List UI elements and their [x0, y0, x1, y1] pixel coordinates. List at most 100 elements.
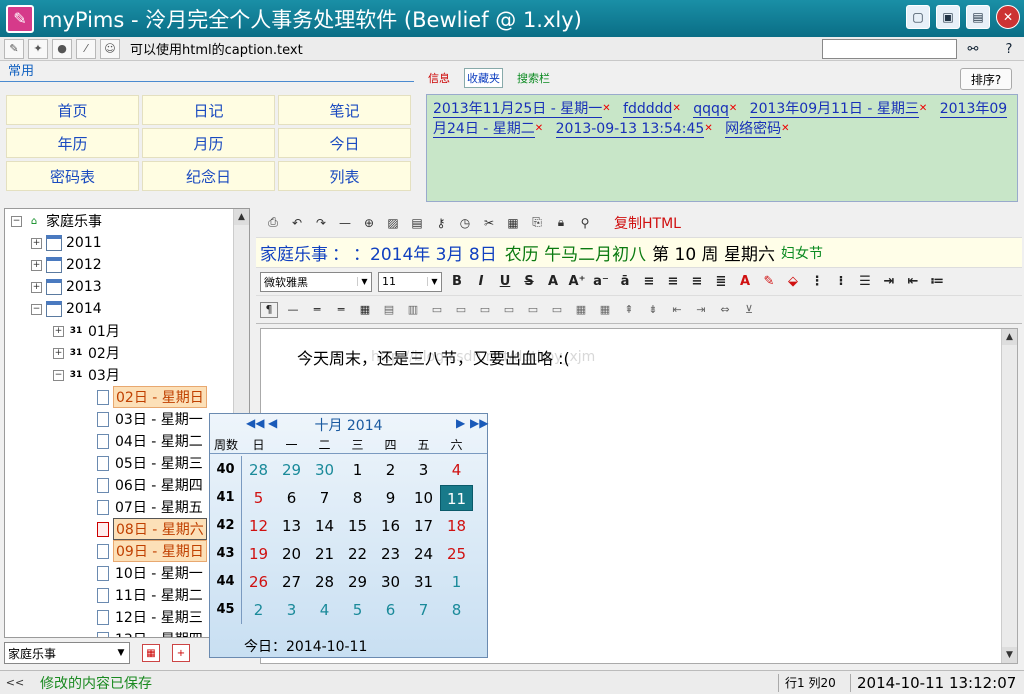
- calendar-day[interactable]: 28: [308, 569, 341, 595]
- remove-icon[interactable]: ✕: [729, 103, 737, 114]
- quick-link-home[interactable]: 首页: [6, 95, 139, 125]
- shrink-font-icon[interactable]: a⁻: [592, 274, 610, 289]
- quick-link-notes[interactable]: 笔记: [278, 95, 411, 125]
- calendar-day[interactable]: 29: [275, 457, 308, 483]
- calendar-day[interactable]: 7: [407, 597, 440, 623]
- new-document-icon[interactable]: +: [172, 644, 190, 662]
- underline-icon[interactable]: U: [496, 274, 514, 289]
- split-cells-icon[interactable]: ▭: [548, 302, 566, 318]
- tree-month-03[interactable]: − 31 03月: [53, 365, 120, 385]
- calendar-day[interactable]: 18: [440, 513, 473, 539]
- tree-month-02[interactable]: + 31 02月: [53, 343, 120, 363]
- chevron-down-icon[interactable]: ▼: [357, 277, 371, 286]
- calendar-day[interactable]: 3: [407, 457, 440, 483]
- fill-color-icon[interactable]: ⬙: [784, 274, 802, 289]
- bullet-list-icon[interactable]: ⁝: [832, 274, 850, 289]
- quick-link-year-calendar[interactable]: 年历: [6, 128, 139, 158]
- table-icon[interactable]: ▦: [504, 214, 522, 232]
- calendar-day[interactable]: 30: [374, 569, 407, 595]
- calendar-month-title[interactable]: 十月 2014: [314, 415, 382, 435]
- favorite-item[interactable]: 2013年09月11日 - 星期三✕: [749, 101, 927, 118]
- remove-icon[interactable]: ✕: [704, 123, 712, 134]
- entry-content[interactable]: 今天周末，还是三八节，又要出血咯 :(: [297, 345, 570, 369]
- collapse-icon[interactable]: −: [31, 303, 42, 315]
- tree-day-selected[interactable]: 08日 - 星期六: [97, 518, 207, 540]
- app-icon[interactable]: ✎: [6, 4, 34, 33]
- edit-icon[interactable]: ✎: [4, 38, 24, 59]
- calendar-day[interactable]: 4: [440, 457, 473, 483]
- calendar-day[interactable]: 30: [308, 457, 341, 483]
- calendar-day[interactable]: 20: [275, 541, 308, 567]
- calendar-day[interactable]: 27: [275, 569, 308, 595]
- editor-scrollbar[interactable]: ▲ ▼: [1001, 329, 1017, 663]
- calendar-day[interactable]: 31: [407, 569, 440, 595]
- calendar-day[interactable]: 14: [308, 513, 341, 539]
- search-icon[interactable]: ⚲: [576, 214, 594, 232]
- calendar-day[interactable]: 6: [275, 485, 308, 511]
- source-icon[interactable]: ✂: [480, 214, 498, 232]
- grid-a-icon[interactable]: ▦: [572, 302, 590, 318]
- category-select[interactable]: 家庭乐事 ▼: [4, 642, 130, 664]
- binoculars-icon[interactable]: ⚯: [962, 39, 984, 59]
- tree-root[interactable]: − ⌂ 家庭乐事: [11, 211, 102, 231]
- prev-month-icon[interactable]: ◀: [268, 416, 277, 430]
- search-input[interactable]: [822, 39, 957, 59]
- prev-year-icon[interactable]: ◀◀: [246, 416, 264, 430]
- calendar-day[interactable]: 7: [308, 485, 341, 511]
- calendar-day[interactable]: 25: [440, 541, 473, 567]
- export-icon[interactable]: ⎘: [528, 214, 546, 232]
- tab-favorites[interactable]: 收藏夹: [464, 68, 503, 88]
- line-style-icon[interactable]: ═: [332, 302, 350, 318]
- move-up-icon[interactable]: ⇞: [620, 302, 638, 318]
- calendar-day[interactable]: 3: [275, 597, 308, 623]
- calendar-day[interactable]: 4: [308, 597, 341, 623]
- insert-col-icon[interactable]: ▭: [452, 302, 470, 318]
- font-size-select[interactable]: 11 ▼: [378, 271, 442, 292]
- double-line-icon[interactable]: ═: [308, 302, 326, 318]
- calendar-day[interactable]: 22: [341, 541, 374, 567]
- tree-year-2013[interactable]: + 2013: [31, 277, 102, 297]
- remove-icon[interactable]: ✕: [602, 103, 610, 114]
- quick-link-today[interactable]: 今日: [278, 128, 411, 158]
- calendar-day[interactable]: 2: [242, 597, 275, 623]
- tab-search[interactable]: 搜索栏: [517, 70, 550, 86]
- remove-icon[interactable]: ✕: [919, 103, 927, 114]
- checklist-icon[interactable]: ☰: [856, 274, 874, 289]
- copy-html-button[interactable]: 复制HTML: [614, 213, 681, 233]
- calendar-day[interactable]: 15: [341, 513, 374, 539]
- delete-col-icon[interactable]: ▭: [500, 302, 518, 318]
- remove-icon[interactable]: ✕: [781, 123, 789, 134]
- calendar-day[interactable]: 8: [341, 485, 374, 511]
- user-icon[interactable]: ☺: [100, 38, 120, 59]
- favorite-item[interactable]: 2013年11月25日 - 星期一✕: [433, 101, 611, 118]
- next-month-icon[interactable]: ▶: [456, 416, 465, 430]
- tree-day[interactable]: 02日 - 星期日: [97, 386, 207, 408]
- quick-link-month-calendar[interactable]: 月历: [142, 128, 275, 158]
- tree-day[interactable]: 09日 - 星期日: [97, 540, 207, 562]
- calendar-day[interactable]: 5: [341, 597, 374, 623]
- align-left-icon[interactable]: ≡: [640, 274, 658, 289]
- tree-year-2012[interactable]: + 2012: [31, 255, 102, 275]
- numbered-list-icon[interactable]: ⋮: [808, 274, 826, 289]
- hr-icon[interactable]: —: [284, 302, 302, 318]
- insert-row-icon[interactable]: ▭: [428, 302, 446, 318]
- tree-month-01[interactable]: + 31 01月: [53, 321, 120, 341]
- clear-format-icon[interactable]: ā: [616, 274, 634, 289]
- scroll-down-icon[interactable]: ▼: [1002, 647, 1017, 663]
- calendar-day[interactable]: 9: [374, 485, 407, 511]
- wand-icon[interactable]: ✦: [28, 38, 48, 59]
- undo-icon[interactable]: ↶: [288, 214, 306, 232]
- tree-day[interactable]: 06日 - 星期四: [97, 475, 205, 495]
- tree-day[interactable]: 12日 - 星期三: [97, 607, 205, 627]
- expand-icon[interactable]: +: [53, 325, 64, 337]
- table-props-icon[interactable]: ▤: [380, 302, 398, 318]
- collapse-icon[interactable]: −: [11, 215, 22, 227]
- calendar-day[interactable]: 6: [374, 597, 407, 623]
- expand-icon[interactable]: +: [31, 259, 42, 271]
- calendar-day[interactable]: 5: [242, 485, 275, 511]
- insert-right-icon[interactable]: ⇥: [692, 302, 710, 318]
- bold-icon[interactable]: B: [448, 274, 466, 289]
- calendar-today-link[interactable]: 今日：2014-10-11: [244, 636, 367, 656]
- align-center-icon[interactable]: ≡: [664, 274, 682, 289]
- move-down-icon[interactable]: ⇟: [644, 302, 662, 318]
